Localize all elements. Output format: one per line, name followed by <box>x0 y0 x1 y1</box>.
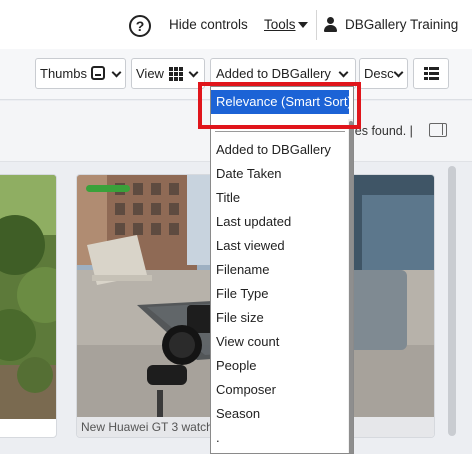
chevron-down-icon <box>338 67 349 78</box>
hide-controls-link[interactable]: Hide controls <box>169 17 248 32</box>
divider <box>215 131 345 132</box>
list-view-button[interactable] <box>413 58 449 89</box>
tools-menu[interactable]: Tools <box>264 17 296 32</box>
sort-option[interactable]: File size <box>211 306 349 330</box>
view-mode-button[interactable]: View <box>131 58 205 89</box>
sort-option[interactable]: Last updated <box>211 210 349 234</box>
sort-option[interactable]: Title <box>211 186 349 210</box>
sort-option[interactable]: Added to DBGallery <box>211 138 349 162</box>
sort-order-value: Desc <box>364 66 394 81</box>
page-scrollbar-thumb[interactable] <box>448 166 456 436</box>
photo-thumbnail[interactable] <box>0 175 56 419</box>
listbox-scrollbar-thumb[interactable] <box>349 121 353 453</box>
sort-option[interactable]: Season <box>211 402 349 426</box>
sort-order-select[interactable]: Desc <box>359 58 408 89</box>
thumbs-size-button[interactable]: Thumbs <box>35 58 126 89</box>
list-icon <box>424 67 439 81</box>
thumbs-label: Thumbs <box>40 66 87 81</box>
help-icon[interactable]: ? <box>129 15 151 37</box>
user-icon <box>324 17 337 32</box>
sort-option[interactable]: Date Taken <box>211 162 349 186</box>
sort-option[interactable]: Filename <box>211 258 349 282</box>
status-badge <box>86 185 130 192</box>
files-found-count: les found. | <box>352 124 413 138</box>
thumbnail-icon <box>91 66 105 80</box>
top-bar: ? Hide controls Tools DBGallery Training <box>0 0 472 49</box>
gallery-card[interactable] <box>0 174 57 438</box>
user-menu[interactable]: DBGallery Training <box>345 17 458 32</box>
view-label: View <box>136 66 164 81</box>
chevron-down-icon <box>188 67 199 78</box>
sort-option[interactable]: View count <box>211 330 349 354</box>
sort-option[interactable]: File Type <box>211 282 349 306</box>
sort-option[interactable]: Composer <box>211 378 349 402</box>
grid-icon <box>169 67 183 81</box>
caret-down-icon[interactable] <box>298 22 308 28</box>
divider <box>316 10 317 40</box>
sort-option-relevance[interactable]: Relevance (Smart Sort) <box>211 90 352 114</box>
sort-field-listbox: Relevance (Smart Sort) Added to DBGaller… <box>210 86 354 454</box>
sort-field-select[interactable]: Added to DBGallery <box>210 58 356 89</box>
chevron-down-icon <box>111 67 122 78</box>
sort-field-value: Added to DBGallery <box>216 66 331 81</box>
sort-option[interactable]: Last viewed <box>211 234 349 258</box>
sort-option[interactable]: . <box>211 426 349 450</box>
chevron-down-icon <box>393 67 404 78</box>
sort-option[interactable]: People <box>211 354 349 378</box>
side-panel-icon[interactable] <box>429 123 447 137</box>
